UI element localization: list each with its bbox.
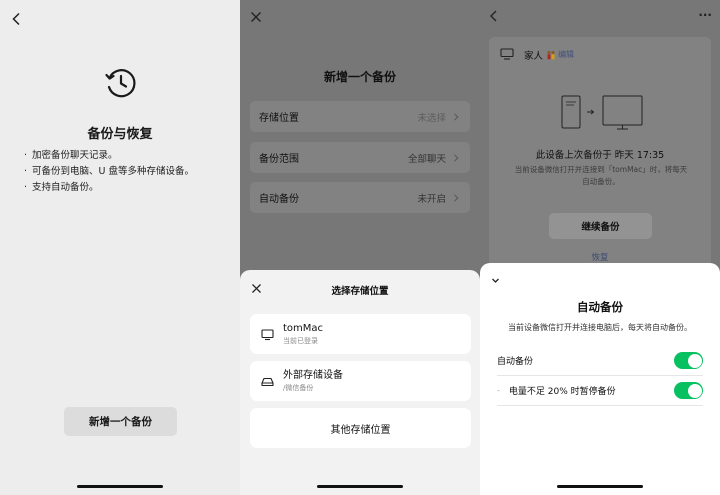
- row-value: 未选择: [417, 112, 446, 124]
- option-subtitle: /微信备份: [283, 383, 314, 392]
- restore-link[interactable]: 恢复: [489, 251, 711, 263]
- storage-option-tommac[interactable]: tomMac 当前已登录: [250, 314, 471, 354]
- sheet-title: 选择存储位置: [331, 286, 389, 297]
- feature-item: 加密备份聊天记录。: [24, 148, 234, 164]
- chevron-right-icon: [454, 153, 459, 162]
- backup-scope-row[interactable]: 备份范围 全部聊天: [250, 142, 470, 173]
- device-name: 家人: [524, 51, 544, 62]
- row-label: 自动备份: [259, 194, 299, 205]
- option-name: 外部存储设备: [283, 369, 343, 381]
- device-name-row: 家人: [524, 48, 556, 62]
- back-arrow-icon[interactable]: [10, 12, 24, 26]
- chevron-down-icon[interactable]: [490, 275, 501, 286]
- close-icon[interactable]: [250, 11, 262, 23]
- auto-backup-toggle[interactable]: [674, 352, 703, 369]
- home-indicator[interactable]: [317, 485, 403, 488]
- more-options-icon[interactable]: ···: [698, 8, 712, 22]
- backup-intro-screen: 备份与恢复 加密备份聊天记录。 可备份到电脑、U 盘等多种存储设备。 支持自动备…: [0, 0, 240, 495]
- family-emoji-icon: [547, 50, 555, 60]
- auto-backup-sheet: 自动备份 当前设备微信打开并连接电脑后，每天将自动备份。 自动备份 - 电量不足…: [480, 263, 720, 495]
- option-name: tomMac: [283, 322, 324, 334]
- row-label: 备份范围: [259, 154, 299, 165]
- new-backup-screen: 新增一个备份 存储位置 未选择 备份范围 全部聊天 自动备份 未开启 选择存储位…: [240, 0, 480, 495]
- sheet-description: 当前设备微信打开并连接电脑后，每天将自动备份。: [508, 323, 692, 332]
- row-value: 全部聊天: [407, 153, 446, 165]
- toggle-label: 自动备份: [497, 357, 534, 367]
- home-indicator[interactable]: [557, 485, 643, 488]
- sub-item-dash: -: [497, 386, 500, 395]
- back-arrow-icon[interactable]: [488, 10, 500, 22]
- storage-location-row[interactable]: 存储位置 未选择: [250, 101, 470, 132]
- sheet-title: 自动备份: [577, 300, 623, 314]
- monitor-icon: [500, 48, 514, 60]
- divider: [497, 405, 703, 406]
- edit-link[interactable]: 编辑: [558, 49, 574, 60]
- continue-backup-button[interactable]: 继续备份: [549, 213, 652, 239]
- row-label: 存储位置: [259, 113, 299, 124]
- phone-to-computer-illustration: [561, 95, 643, 130]
- storage-option-external[interactable]: 外部存储设备 /微信备份: [250, 361, 471, 401]
- chevron-right-icon: [454, 193, 459, 202]
- chevron-right-icon: [454, 112, 459, 121]
- toggle-label: 电量不足 20% 时暂停备份: [508, 387, 616, 397]
- history-clock-icon: [105, 69, 136, 98]
- row-value: 未开启: [417, 193, 446, 205]
- external-drive-icon: [261, 377, 274, 386]
- auto-backup-description: 当前设备微信打开并连接到「tomMac」时，将每天自动备份。: [514, 165, 688, 186]
- last-backup-text: 此设备上次备份于 昨天 17:35: [535, 150, 665, 161]
- new-backup-button[interactable]: 新增一个备份: [64, 407, 177, 436]
- auto-backup-row[interactable]: 自动备份 未开启: [250, 182, 470, 213]
- monitor-icon: [261, 328, 274, 340]
- other-storage-label: 其他存储位置: [330, 424, 391, 436]
- device-backup-screen: ··· 家人 编辑 此设备上次备份于 昨天 17:35 当前设备微信打开并连接到…: [480, 0, 720, 495]
- page-title: 备份与恢复: [87, 127, 153, 142]
- home-indicator[interactable]: [77, 485, 163, 488]
- other-storage-button[interactable]: 其他存储位置: [250, 408, 471, 448]
- auto-backup-toggle-row: 自动备份: [497, 346, 703, 375]
- low-battery-toggle-row: - 电量不足 20% 时暂停备份: [497, 376, 703, 405]
- page-title: 新增一个备份: [323, 70, 396, 84]
- storage-location-sheet: 选择存储位置 tomMac 当前已登录 外部存储设备 /微信备份 其他存储位置: [240, 270, 480, 495]
- device-card: 家人 编辑 此设备上次备份于 昨天 17:35 当前设备微信打开并连接到「tom…: [489, 37, 711, 267]
- feature-list: 加密备份聊天记录。 可备份到电脑、U 盘等多种存储设备。 支持自动备份。: [24, 148, 234, 196]
- low-battery-pause-toggle[interactable]: [674, 382, 703, 399]
- feature-item: 可备份到电脑、U 盘等多种存储设备。: [24, 164, 234, 180]
- option-subtitle: 当前已登录: [283, 336, 318, 345]
- feature-item: 支持自动备份。: [24, 180, 234, 196]
